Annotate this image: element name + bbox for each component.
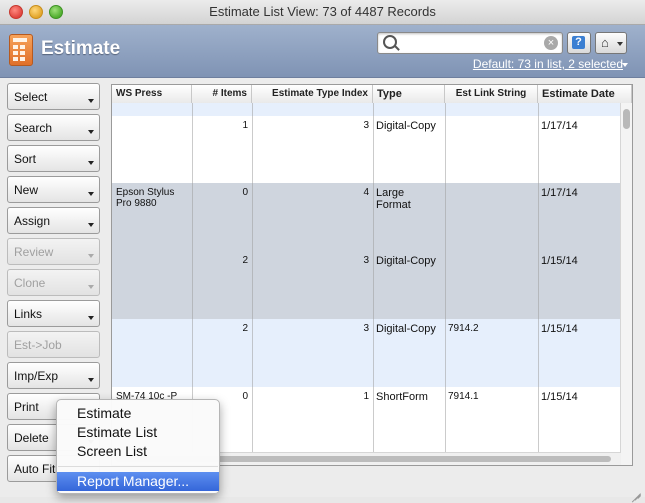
cell-date: 1/15/14 <box>541 391 578 403</box>
menu-item-screen-list[interactable]: Screen List <box>57 442 219 461</box>
chevron-down-icon <box>88 285 94 289</box>
column-header-type-index[interactable]: Estimate Type Index <box>252 85 373 103</box>
chevron-down-icon <box>88 223 94 227</box>
cell-link-string: 7914.1 <box>448 391 479 402</box>
button-label: Clone <box>14 276 46 290</box>
table-header: WS Press # Items Estimate Type Index Typ… <box>112 85 632 104</box>
new-button[interactable]: New <box>7 176 100 203</box>
column-divider <box>252 103 253 465</box>
table-row[interactable]: 1 3 Digital-Copy 1/17/14 <box>112 116 621 184</box>
cell-date: 1/15/14 <box>541 255 578 267</box>
cell-type: Digital-Copy <box>376 323 436 335</box>
assign-button[interactable]: Assign <box>7 207 100 234</box>
imp-exp-button[interactable]: Imp/Exp <box>7 362 100 389</box>
chevron-down-icon <box>622 63 628 67</box>
cell-type: Digital-Copy <box>376 120 436 132</box>
button-label: Delete <box>14 431 49 445</box>
vertical-scrollbar[interactable] <box>620 103 632 465</box>
home-icon: ⌂ <box>601 35 609 50</box>
search-icon <box>383 35 397 49</box>
button-label: Select <box>14 90 48 104</box>
button-label: Auto Fit <box>14 462 56 476</box>
chevron-down-icon <box>88 161 94 165</box>
est-to-job-button[interactable]: Est->Job <box>7 331 100 358</box>
button-label: Sort <box>14 152 37 166</box>
cell-type: Digital-Copy <box>376 255 436 267</box>
chevron-down-icon <box>88 99 94 103</box>
search-button[interactable]: Search <box>7 114 100 141</box>
cell-type-index: 3 <box>363 120 369 131</box>
cell-date: 1/17/14 <box>541 120 578 132</box>
cell-date: 1/17/14 <box>541 187 578 199</box>
column-divider <box>373 103 374 465</box>
button-label: Print <box>14 400 39 414</box>
help-button[interactable]: ? <box>567 32 591 54</box>
print-popup-menu: Estimate Estimate List Screen List Repor… <box>56 399 220 494</box>
table-row[interactable] <box>112 103 621 117</box>
review-button[interactable]: Review <box>7 238 100 265</box>
button-label: Assign <box>14 214 51 228</box>
menu-item-report-manager[interactable]: Report Manager... <box>57 472 219 491</box>
button-label: Imp/Exp <box>14 369 59 383</box>
menu-separator <box>58 466 218 467</box>
button-label: Est->Job <box>14 338 62 352</box>
column-header-items[interactable]: # Items <box>192 85 252 103</box>
menu-item-estimate-list[interactable]: Estimate List <box>57 423 219 442</box>
header-band: Estimate × ? ⌂ Default: 73 in list, 2 se… <box>0 25 645 78</box>
cell-items: 1 <box>242 120 248 131</box>
cell-link-string: 7914.2 <box>448 323 479 334</box>
cell-ws-press: Epson Stylus Pro 9880 <box>116 187 175 209</box>
chevron-down-icon <box>88 130 94 134</box>
column-divider <box>538 103 539 465</box>
title-bar: Estimate List View: 73 of 4487 Records <box>0 0 645 25</box>
scrollbar-thumb[interactable] <box>623 109 630 129</box>
window-title: Estimate List View: 73 of 4487 Records <box>209 4 436 19</box>
sort-button[interactable]: Sort <box>7 145 100 172</box>
cell-type: ShortForm <box>376 391 428 403</box>
cell-type-index: 3 <box>363 255 369 266</box>
chevron-down-icon <box>617 42 623 46</box>
table-row[interactable]: 2 3 Digital-Copy 7914.2 1/15/14 <box>112 319 621 388</box>
cell-items: 2 <box>242 323 248 334</box>
chevron-down-icon <box>88 316 94 320</box>
column-divider <box>445 103 446 465</box>
cell-type-index: 1 <box>363 391 369 402</box>
column-header-link-string[interactable]: Est Link String <box>445 85 538 103</box>
cell-type-index: 3 <box>363 323 369 334</box>
chevron-down-icon <box>88 254 94 258</box>
page-title: Estimate <box>41 38 121 59</box>
help-icon: ? <box>572 36 585 49</box>
cell-type: Large Format <box>376 187 411 211</box>
resize-grip-icon[interactable] <box>631 484 641 503</box>
cell-items: 0 <box>242 187 248 198</box>
table-row[interactable]: 2 3 Digital-Copy 1/15/14 <box>112 251 621 320</box>
chevron-down-icon <box>88 192 94 196</box>
menu-item-estimate[interactable]: Estimate <box>57 404 219 423</box>
cell-items: 2 <box>242 255 248 266</box>
calculator-icon <box>9 34 33 66</box>
cell-date: 1/15/14 <box>541 323 578 335</box>
table-row[interactable]: Epson Stylus Pro 9880 0 4 Large Format 1… <box>112 183 621 252</box>
column-header-type[interactable]: Type <box>373 85 445 103</box>
cell-type-index: 4 <box>363 187 369 198</box>
button-label: Links <box>14 307 43 321</box>
button-label: Review <box>14 245 54 259</box>
column-header-date[interactable]: Estimate Date <box>538 85 632 103</box>
clear-search-icon[interactable]: × <box>544 36 558 50</box>
app-window: Estimate List View: 73 of 4487 Records E… <box>0 0 645 503</box>
chevron-down-icon <box>88 378 94 382</box>
clone-button[interactable]: Clone <box>7 269 100 296</box>
search-field[interactable]: × <box>377 32 563 54</box>
column-header-ws-press[interactable]: WS Press <box>112 85 192 103</box>
select-button[interactable]: Select <box>7 83 100 110</box>
found-set-link[interactable]: Default: 73 in list, 2 selected <box>473 57 623 71</box>
button-label: Search <box>14 121 53 135</box>
home-menu-button[interactable]: ⌂ <box>595 32 627 54</box>
button-label: New <box>14 183 39 197</box>
links-button[interactable]: Links <box>7 300 100 327</box>
